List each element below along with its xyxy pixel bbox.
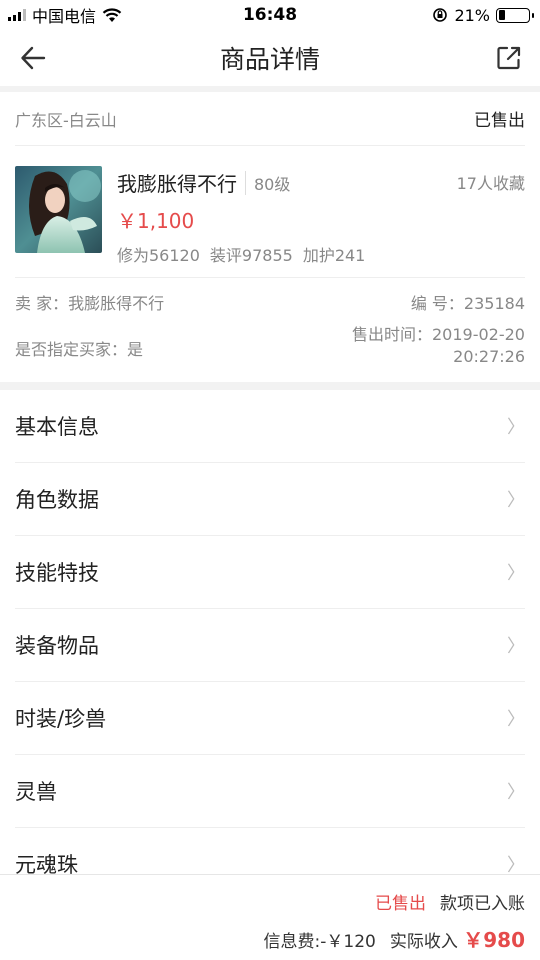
item-stats: 修为56120 装评97855 加护241 <box>117 242 525 266</box>
stat-cultivation: 修为56120 <box>117 246 200 265</box>
nav-bar: 商品详情 <box>0 30 540 92</box>
page-title: 商品详情 <box>219 45 320 74</box>
settlement-footer: 已售出 款项已入账 信息费:-￥120 实际收入 ￥980 <box>0 874 540 960</box>
payment-credited-label: 款项已入账 <box>440 894 525 914</box>
designated-buyer: 是否指定买家：是 <box>15 340 144 359</box>
location-row: 广东区-白云山 已售出 <box>15 92 525 146</box>
menu-item-label: 技能特技 <box>15 561 99 585</box>
seller-name: 卖 家：我膨胀得不行 <box>15 294 165 313</box>
back-button[interactable] <box>16 41 50 75</box>
sale-time: 售出时间：2019-02-20 20:27:26 <box>352 324 525 368</box>
character-name: 我膨胀得不行 <box>117 172 237 196</box>
chevron-right-icon: 〉 <box>507 782 525 803</box>
menu-item-character-data[interactable]: 角色数据 〉 <box>15 463 525 536</box>
menu-item-label: 时装/珍兽 <box>15 707 107 731</box>
menu-item-equipment[interactable]: 装备物品 〉 <box>15 609 525 682</box>
stat-protection: 加护241 <box>302 246 366 265</box>
income-value: ￥980 <box>463 928 525 952</box>
trade-meta: 卖 家：我膨胀得不行 编 号：235184 是否指定买家：是 售出时间：2019… <box>15 278 525 382</box>
sale-time-clock: 20:27:26 <box>453 347 525 366</box>
menu-item-label: 装备物品 <box>15 634 99 658</box>
character-level: 80级 <box>245 170 290 195</box>
detail-menu: 基本信息 〉 角色数据 〉 技能特技 〉 装备物品 〉 时装/珍兽 〉 灵兽 〉… <box>0 390 540 901</box>
item-price: ￥1,100 <box>117 209 195 233</box>
sale-time-date: 售出时间：2019-02-20 <box>352 325 525 344</box>
signal-icon <box>8 9 26 21</box>
serial-number: 编 号：235184 <box>410 294 525 313</box>
sale-status: 已售出 <box>474 111 525 131</box>
share-button[interactable] <box>492 41 526 75</box>
income-label: 实际收入 <box>389 932 458 952</box>
wifi-icon <box>102 8 122 22</box>
character-avatar <box>15 166 102 253</box>
chevron-right-icon: 〉 <box>507 636 525 657</box>
favorites-count: 17人收藏 <box>456 174 525 193</box>
carrier-label: 中国电信 <box>32 7 97 26</box>
stat-equipment-score: 装评97855 <box>209 246 293 265</box>
chevron-right-icon: 〉 <box>507 563 525 584</box>
chevron-right-icon: 〉 <box>507 417 525 438</box>
battery-percent: 21% <box>454 5 490 25</box>
item-card: 我膨胀得不行 80级 17人收藏 ￥1,100 修为56120 装评97855 … <box>15 146 525 278</box>
menu-item-spirit-beasts[interactable]: 灵兽 〉 <box>15 755 525 828</box>
menu-item-label: 灵兽 <box>15 780 57 804</box>
menu-item-fashion-pets[interactable]: 时装/珍兽 〉 <box>15 682 525 755</box>
info-fee: 信息费:-￥120 <box>263 932 376 952</box>
back-arrow-icon <box>21 46 46 70</box>
chevron-right-icon: 〉 <box>507 490 525 511</box>
share-icon <box>497 46 521 70</box>
menu-item-basic-info[interactable]: 基本信息 〉 <box>15 390 525 463</box>
menu-item-label: 角色数据 <box>15 488 99 512</box>
status-bar: 中国电信 16:48 21% <box>0 0 540 30</box>
menu-item-label: 基本信息 <box>15 415 99 439</box>
server-region: 广东区-白云山 <box>15 110 117 130</box>
menu-item-skills[interactable]: 技能特技 〉 <box>15 536 525 609</box>
sold-label: 已售出 <box>375 894 426 914</box>
battery-icon <box>496 7 534 23</box>
chevron-right-icon: 〉 <box>507 709 525 730</box>
rotation-lock-icon <box>433 8 448 22</box>
section-divider <box>0 382 540 390</box>
